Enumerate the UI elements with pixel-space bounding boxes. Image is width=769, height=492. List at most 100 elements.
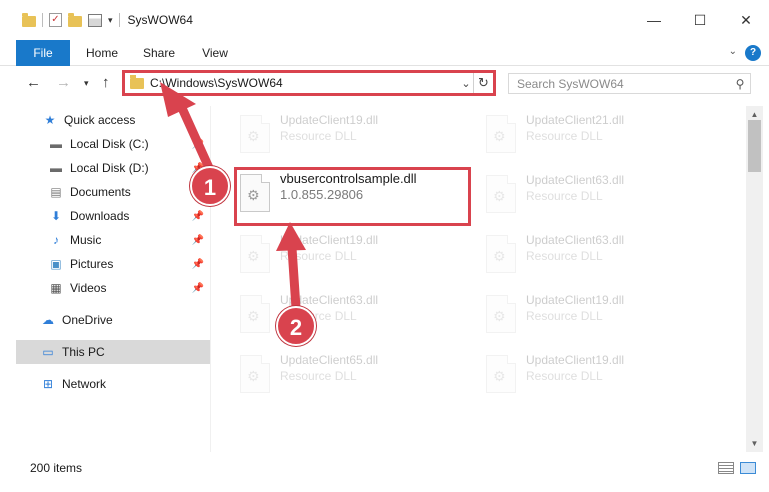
scroll-thumb[interactable]: [748, 120, 761, 172]
title-bar: ✓ ▾ SysWOW64 — ☐ ✕: [0, 0, 769, 40]
dll-file-icon: [486, 175, 516, 213]
list-item[interactable]: UpdateClient63.dllResource DLL: [486, 232, 726, 282]
cloud-icon: ☁: [42, 313, 54, 327]
properties-check-icon[interactable]: ✓: [49, 13, 62, 27]
sidebar-item-documents[interactable]: ▤ Documents 📌: [16, 180, 210, 204]
navigation-bar: ← → ▾ ↑ C:\Windows\SysWOW64 ⌄ ↻ ⚲: [0, 66, 769, 102]
window-controls: — ☐ ✕: [631, 0, 769, 40]
search-input[interactable]: [517, 76, 730, 91]
quick-access-toolbar: ✓ ▾: [0, 12, 120, 27]
list-item[interactable]: UpdateClient19.dllResource DLL: [486, 292, 726, 342]
toolbar-separator: [118, 13, 120, 27]
sidebar-item-this-pc[interactable]: ▭ This PC: [16, 340, 210, 364]
details-view-icon[interactable]: [718, 462, 734, 474]
list-item[interactable]: UpdateClient21.dllResource DLL: [486, 112, 726, 162]
dll-file-icon: [240, 295, 270, 333]
ribbon-tabs: File Home Share View ⌄ ?: [0, 40, 769, 66]
folder-icon: [130, 74, 144, 89]
sidebar-item-label: Local Disk (D:): [70, 161, 149, 175]
tab-home[interactable]: Home: [80, 40, 124, 66]
download-icon: ⬇: [50, 209, 62, 223]
pin-icon: 📌: [191, 282, 204, 294]
list-item[interactable]: UpdateClient63.dllResource DLL: [240, 292, 480, 342]
pin-icon: 📌: [191, 258, 204, 270]
sidebar-item-quick-access[interactable]: ★ Quick access: [16, 108, 210, 132]
customize-toolbar-icon[interactable]: ▾: [108, 15, 113, 26]
computer-icon: ▭: [42, 345, 54, 359]
star-icon: ★: [44, 113, 56, 127]
dll-file-icon: [240, 115, 270, 153]
tiles-view-icon[interactable]: [740, 462, 756, 474]
refresh-icon[interactable]: ↻: [473, 73, 493, 93]
properties-icon[interactable]: [88, 13, 102, 27]
pin-icon: 📌: [191, 210, 204, 222]
sidebar-item-label: Documents: [70, 185, 131, 199]
expand-ribbon-icon[interactable]: ⌄: [729, 46, 737, 57]
forward-arrow-icon[interactable]: →: [56, 74, 71, 91]
status-bar: 200 items: [0, 456, 769, 480]
window-title: SysWOW64: [127, 13, 193, 27]
dll-file-icon: [486, 235, 516, 273]
close-button[interactable]: ✕: [723, 0, 769, 40]
dll-file-icon: [240, 355, 270, 393]
dll-file-icon: [486, 295, 516, 333]
dll-file-icon: [240, 235, 270, 273]
network-icon: ⊞: [42, 377, 54, 391]
pictures-icon: ▣: [50, 257, 62, 271]
back-arrow-icon[interactable]: ←: [26, 74, 41, 91]
search-icon[interactable]: ⚲: [730, 77, 750, 91]
sidebar-item-network[interactable]: ⊞ Network: [16, 372, 210, 396]
up-arrow-icon[interactable]: ↑: [102, 74, 110, 91]
dll-file-icon: [240, 174, 270, 212]
sidebar-item-label: Pictures: [70, 257, 114, 271]
list-item[interactable]: UpdateClient63.dllResource DLL: [486, 172, 726, 222]
sidebar-item-downloads[interactable]: ⬇ Downloads 📌: [16, 204, 210, 228]
chevron-down-icon[interactable]: ⌄: [459, 77, 473, 90]
list-item[interactable]: UpdateClient19.dllResource DLL: [240, 232, 480, 282]
pane-divider[interactable]: [210, 106, 211, 452]
tab-share[interactable]: Share: [136, 40, 182, 66]
sidebar-item-pictures[interactable]: ▣ Pictures 📌: [16, 252, 210, 276]
pin-icon: 📌: [191, 138, 204, 150]
maximize-button[interactable]: ☐: [677, 0, 723, 40]
recent-locations-icon[interactable]: ▾: [84, 78, 89, 89]
folder-icon: [22, 12, 36, 27]
navigation-pane: ★ Quick access ▬ Local Disk (C:) 📌 ▬ Loc…: [16, 106, 210, 452]
file-name: vbusercontrolsample.dll: [280, 171, 417, 186]
tab-view[interactable]: View: [194, 40, 236, 66]
highlighted-file-item[interactable]: vbusercontrolsample.dll 1.0.855.29806: [240, 171, 480, 221]
sidebar-item-label: Videos: [70, 281, 107, 295]
scroll-down-icon[interactable]: ▼: [746, 435, 763, 452]
sidebar-item-label: This PC: [62, 345, 105, 359]
step-1-badge: 1: [190, 166, 230, 206]
toolbar-separator: [42, 13, 43, 27]
tab-file[interactable]: File: [16, 40, 70, 66]
pin-icon: 📌: [191, 234, 204, 246]
vertical-scrollbar[interactable]: ▲ ▼: [746, 106, 763, 452]
step-2-badge: 2: [276, 306, 316, 346]
address-bar[interactable]: C:\Windows\SysWOW64 ⌄ ↻: [122, 70, 496, 96]
file-version: 1.0.855.29806: [280, 187, 364, 202]
list-item[interactable]: UpdateClient19.dllResource DLL: [486, 352, 726, 402]
dll-file-icon: [486, 115, 516, 153]
dll-file-icon: [486, 355, 516, 393]
item-count: 200 items: [30, 461, 83, 475]
sidebar-item-music[interactable]: ♪ Music 📌: [16, 228, 210, 252]
sidebar-item-label: OneDrive: [62, 313, 113, 327]
sidebar-item-label: Network: [62, 377, 107, 391]
address-path[interactable]: C:\Windows\SysWOW64: [150, 76, 459, 90]
list-item[interactable]: UpdateClient19.dllResource DLL: [240, 112, 480, 162]
sidebar-item-local-disk-c[interactable]: ▬ Local Disk (C:) 📌: [16, 132, 210, 156]
help-icon[interactable]: ?: [745, 45, 761, 61]
sidebar-item-local-disk-d[interactable]: ▬ Local Disk (D:) 📌: [16, 156, 210, 180]
search-box[interactable]: ⚲: [508, 73, 751, 94]
videos-icon: ▦: [50, 281, 62, 295]
music-icon: ♪: [53, 233, 59, 247]
list-item[interactable]: UpdateClient65.dllResource DLL: [240, 352, 480, 402]
sidebar-item-videos[interactable]: ▦ Videos 📌: [16, 276, 210, 300]
minimize-button[interactable]: —: [631, 0, 677, 40]
sidebar-item-onedrive[interactable]: ☁ OneDrive: [16, 308, 210, 332]
new-folder-icon[interactable]: [68, 12, 82, 27]
drive-icon: ▬: [50, 161, 62, 175]
drive-icon: ▬: [50, 137, 62, 151]
